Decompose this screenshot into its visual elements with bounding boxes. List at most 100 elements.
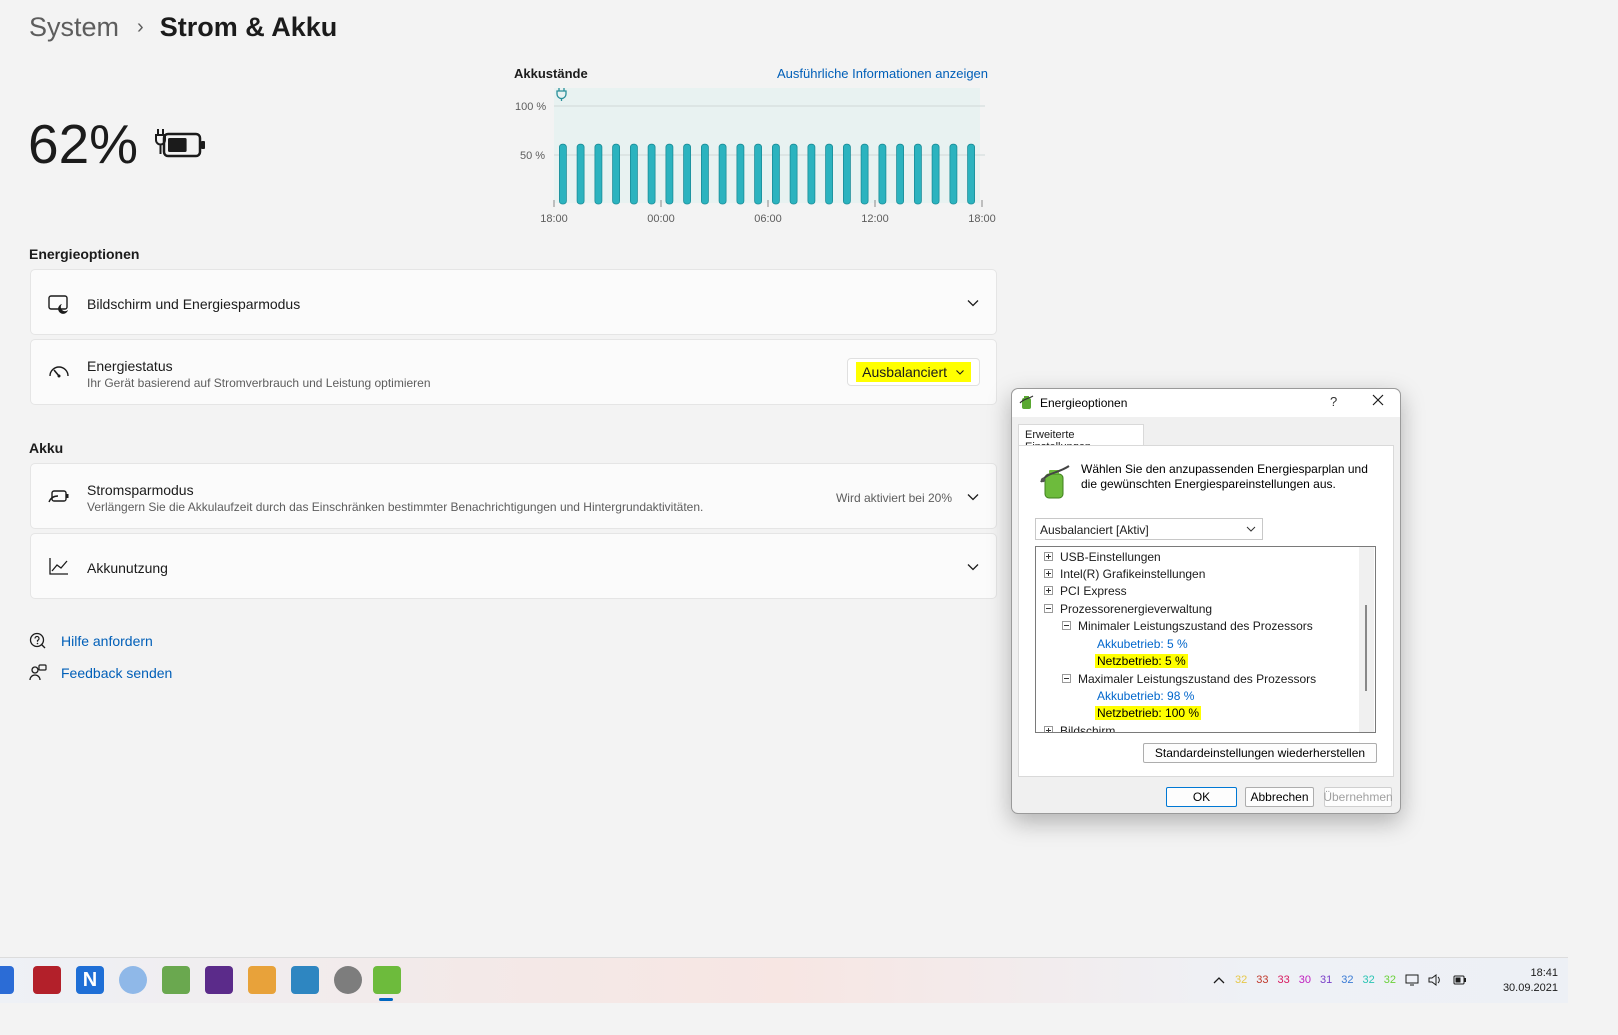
expand-icon[interactable]	[1044, 726, 1053, 732]
tray-temperature-indicator[interactable]: 32	[1363, 974, 1375, 986]
screen-sleep-card[interactable]: Bildschirm und Energiesparmodus	[30, 269, 997, 335]
tree-item-min-ac[interactable]: Netzbetrieb: 5 %	[1095, 652, 1188, 669]
chevron-down-icon[interactable]	[966, 296, 980, 310]
taskbar-app-icon[interactable]	[248, 966, 276, 994]
chart-bar	[949, 143, 958, 205]
taskbar: N 32 33 33 30 31 32 32 32 18:41 30.09.2021	[0, 957, 1568, 1003]
network-icon[interactable]	[1405, 974, 1419, 986]
help-button[interactable]: ?	[1330, 394, 1337, 409]
chevron-right-icon: ›	[137, 16, 144, 38]
plan-select[interactable]: Ausbalanciert [Aktiv]	[1035, 518, 1263, 540]
feedback-icon	[29, 664, 47, 681]
tree-item-max-ac[interactable]: Netzbetrieb: 100 %	[1095, 704, 1202, 721]
settings-gear-icon[interactable]	[334, 966, 362, 994]
battery-saver-title: Stromsparmodus	[87, 482, 194, 498]
expand-icon[interactable]	[1044, 586, 1053, 595]
collapse-icon[interactable]	[1062, 674, 1071, 683]
taskbar-app-icon[interactable]	[33, 966, 61, 994]
tray-temperature-indicator[interactable]: 32	[1341, 974, 1353, 986]
feedback-link[interactable]: Feedback senden	[29, 664, 172, 682]
setting-value[interactable]: 98 %	[1167, 689, 1194, 703]
tree-item-min-battery[interactable]: Akkubetrieb: 5 %	[1097, 635, 1188, 652]
taskbar-app-icon[interactable]	[291, 966, 319, 994]
tray-temperature-indicator[interactable]: 32	[1235, 974, 1247, 986]
taskbar-app-icon[interactable]: N	[76, 966, 104, 994]
help-link-label[interactable]: Hilfe anfordern	[61, 633, 153, 649]
tree-item-cpu[interactable]: Prozessorenergieverwaltung	[1044, 600, 1212, 617]
tray-temperature-indicator[interactable]: 31	[1320, 974, 1332, 986]
chart-bar	[612, 143, 620, 205]
scrollbar-thumb[interactable]	[1365, 605, 1367, 691]
power-mode-value: Ausbalanciert	[862, 364, 947, 380]
help-link[interactable]: Hilfe anfordern	[29, 632, 153, 650]
power-mode-subtitle: Ihr Gerät basierend auf Stromverbrauch u…	[87, 376, 431, 390]
tree-item-label: USB-Einstellungen	[1060, 549, 1161, 564]
chart-bar	[559, 143, 567, 205]
chart-bar	[683, 143, 692, 205]
tree-scrollbar[interactable]	[1359, 547, 1374, 732]
chart-bar	[594, 143, 603, 205]
battery-tray-icon[interactable]	[1451, 974, 1467, 986]
chart-bar	[665, 143, 674, 205]
setting-value[interactable]: 100 %	[1165, 706, 1199, 720]
chart-bar	[630, 143, 638, 205]
taskbar-app-icon[interactable]	[119, 966, 147, 994]
battery-saver-card[interactable]: Stromsparmodus Verlängern Sie die Akkula…	[30, 463, 997, 529]
active-app-indicator	[379, 998, 393, 1001]
setting-value[interactable]: 5 %	[1167, 637, 1188, 651]
battery-saver-icon	[48, 490, 69, 503]
battery-plan-icon	[1040, 465, 1070, 499]
details-link[interactable]: Ausführliche Informationen anzeigen	[777, 66, 988, 81]
gauge-icon	[49, 366, 69, 378]
feedback-link-label[interactable]: Feedback senden	[61, 665, 172, 681]
taskbar-app-icon[interactable]	[0, 966, 14, 994]
tray-temperature-indicator[interactable]: 33	[1256, 974, 1268, 986]
chevron-down-icon[interactable]	[966, 490, 980, 504]
cancel-button[interactable]: Abbrechen	[1245, 787, 1314, 807]
tab-advanced-settings[interactable]: Erweiterte Einstellungen	[1018, 424, 1144, 453]
chevron-down-icon[interactable]	[966, 560, 980, 574]
tray-temperature-indicator[interactable]: 30	[1299, 974, 1311, 986]
tray-temperature-indicator[interactable]: 32	[1384, 974, 1396, 986]
taskbar-app-icon[interactable]	[162, 966, 190, 994]
battery-percent: 62%	[28, 113, 139, 175]
collapse-icon[interactable]	[1062, 621, 1071, 630]
power-options-taskbar-icon[interactable]	[373, 966, 401, 994]
setting-value[interactable]: 5 %	[1165, 654, 1186, 668]
setting-label: Akkubetrieb:	[1097, 636, 1164, 651]
chevron-up-icon[interactable]	[1212, 975, 1226, 985]
tree-item-intel[interactable]: Intel(R) Grafikeinstellungen	[1044, 565, 1205, 582]
tree-item-usb[interactable]: USB-Einstellungen	[1044, 548, 1161, 565]
chart-bar	[896, 143, 905, 205]
apply-button[interactable]: Übernehmen	[1323, 787, 1393, 807]
clock-time: 18:41	[1530, 967, 1558, 979]
tree-item-min-state[interactable]: Minimaler Leistungszustand des Prozessor…	[1062, 617, 1313, 634]
tree-item-screen[interactable]: Bildschirm	[1044, 722, 1116, 733]
tree-item-pci[interactable]: PCI Express	[1044, 582, 1127, 599]
breadcrumb-parent[interactable]: System	[29, 12, 119, 43]
expand-icon[interactable]	[1044, 569, 1053, 578]
setting-label: Netzbetrieb:	[1097, 705, 1162, 720]
xtick-label: 18:00	[968, 213, 996, 225]
chevron-down-icon	[1246, 526, 1256, 532]
battery-charging-icon	[155, 129, 205, 158]
chart-bar	[860, 143, 869, 205]
volume-icon[interactable]	[1428, 974, 1442, 986]
expand-icon[interactable]	[1044, 552, 1053, 561]
tree-item-max-state[interactable]: Maximaler Leistungszustand des Prozessor…	[1062, 670, 1316, 687]
tree-item-label: Bildschirm	[1060, 723, 1116, 733]
power-mode-title: Energiestatus	[87, 358, 173, 374]
power-mode-dropdown[interactable]: Ausbalanciert	[847, 358, 980, 386]
chart-bar	[647, 143, 656, 205]
tree-item-max-battery[interactable]: Akkubetrieb: 98 %	[1097, 687, 1194, 704]
taskbar-app-icon[interactable]	[205, 966, 233, 994]
battery-usage-card[interactable]: Akkunutzung	[30, 533, 997, 599]
ok-button[interactable]: OK	[1166, 787, 1237, 807]
collapse-icon[interactable]	[1044, 604, 1053, 613]
chart-bar	[771, 143, 780, 205]
close-icon[interactable]	[1371, 393, 1385, 407]
clock[interactable]: 18:41 30.09.2021	[1503, 966, 1558, 996]
tray-temperature-indicator[interactable]: 33	[1278, 974, 1290, 986]
chart-bar	[825, 143, 834, 205]
restore-defaults-button[interactable]: Standardeinstellungen wiederherstellen	[1143, 743, 1377, 763]
